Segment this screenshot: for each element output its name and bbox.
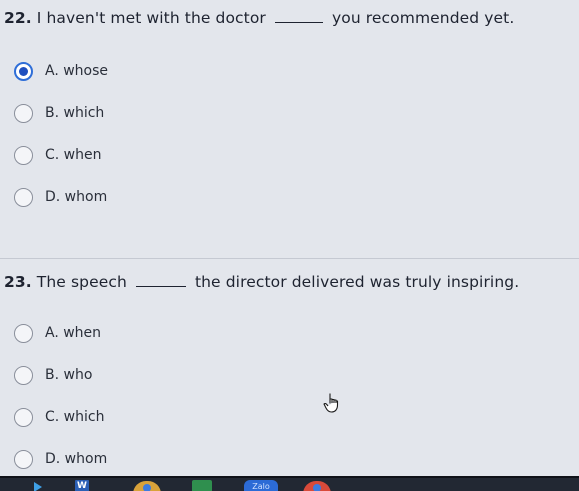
radio-dot: [19, 66, 28, 76]
option-label: B. which: [45, 105, 105, 121]
radio-button[interactable]: [14, 145, 33, 165]
q22-option-b[interactable]: B. which: [14, 101, 104, 125]
q23-option-c[interactable]: C. which: [14, 405, 104, 429]
question-stem-end: you recommended yet.: [331, 9, 515, 27]
q22-option-a[interactable]: A. whose: [14, 59, 108, 83]
taskbar: W Zalo: [0, 476, 579, 491]
question-divider: [0, 258, 579, 259]
question-stem-start: I haven't met with the doctor: [36, 9, 266, 27]
question-number: 22.: [4, 9, 32, 27]
q23-option-d[interactable]: D. whom: [14, 447, 107, 471]
option-label: D. whom: [45, 451, 108, 467]
radio-button[interactable]: [14, 365, 33, 385]
chrome-icon[interactable]: [303, 481, 331, 491]
question-23-text: 23. The speech the director delivered wa…: [4, 273, 519, 291]
zalo-icon[interactable]: Zalo: [244, 480, 278, 491]
question-stem-start: The speech: [36, 273, 127, 291]
question-stem-end: the director delivered was truly inspiri…: [194, 273, 520, 291]
word-icon[interactable]: W: [75, 480, 89, 491]
q22-option-d[interactable]: D. whom: [14, 185, 107, 209]
radio-button[interactable]: [14, 187, 33, 207]
answer-blank: [135, 275, 186, 287]
hand-cursor-icon: [323, 393, 339, 413]
excel-icon[interactable]: [192, 480, 212, 491]
option-label: C. which: [45, 409, 105, 425]
question-number: 23.: [4, 273, 32, 291]
option-label: A. whose: [45, 63, 109, 79]
chrome-icon[interactable]: [133, 481, 161, 491]
option-label: C. when: [45, 147, 102, 163]
quiz-page: 22. I haven't met with the doctor you re…: [0, 0, 579, 491]
start-icon[interactable]: [34, 482, 42, 491]
option-label: A. when: [45, 325, 102, 341]
radio-button[interactable]: [14, 323, 33, 343]
q23-option-a[interactable]: A. when: [14, 321, 101, 345]
q22-option-c[interactable]: C. when: [14, 143, 102, 167]
radio-button-selected[interactable]: [14, 61, 33, 81]
radio-button[interactable]: [14, 103, 33, 123]
option-label: B. who: [45, 367, 93, 383]
radio-button[interactable]: [14, 449, 33, 469]
answer-blank: [274, 11, 323, 23]
question-22-text: 22. I haven't met with the doctor you re…: [4, 9, 514, 27]
option-label: D. whom: [45, 189, 108, 205]
q23-option-b[interactable]: B. who: [14, 363, 92, 387]
radio-button[interactable]: [14, 407, 33, 427]
